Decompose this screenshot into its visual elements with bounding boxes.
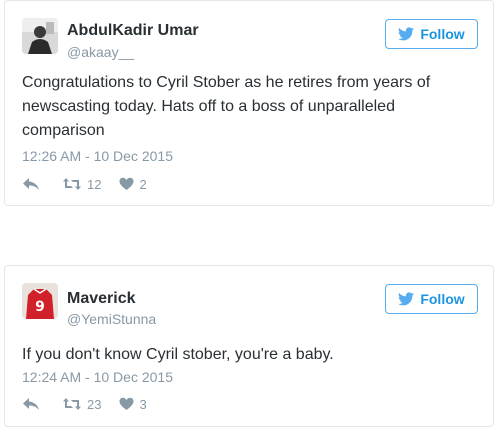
reply-icon[interactable] — [22, 177, 40, 191]
user-handle[interactable]: @YemiStunna — [67, 311, 156, 327]
retweet-icon — [63, 398, 81, 410]
retweet-action[interactable]: 12 — [62, 177, 101, 192]
avatar[interactable] — [22, 18, 58, 54]
tweet-card: 9 Maverick @YemiStunna Follow If you don… — [4, 265, 494, 427]
heart-icon — [119, 397, 134, 410]
retweet-count: 12 — [87, 176, 102, 192]
follow-label: Follow — [420, 26, 465, 42]
like-count: 3 — [139, 396, 147, 412]
display-name[interactable]: AbdulKadir Umar — [67, 22, 199, 40]
tweet-actions: 23 3 — [22, 394, 147, 414]
tweet-text: If you don't know Cyril stober, you're a… — [22, 346, 334, 363]
like-action[interactable]: 2 — [119, 176, 147, 192]
display-name[interactable]: Maverick — [67, 290, 136, 308]
twitter-bird-icon — [398, 292, 415, 306]
follow-label: Follow — [420, 291, 465, 307]
svg-text:9: 9 — [35, 299, 45, 315]
reply-icon[interactable] — [22, 397, 40, 411]
like-action[interactable]: 3 — [119, 396, 147, 412]
timestamp[interactable]: 12:26 AM - 10 Dec 2015 — [22, 148, 173, 164]
follow-button[interactable]: Follow — [385, 19, 478, 49]
timestamp[interactable]: 12:24 AM - 10 Dec 2015 — [22, 369, 173, 385]
heart-icon — [119, 177, 134, 190]
follow-button[interactable]: Follow — [385, 284, 478, 314]
avatar[interactable]: 9 — [22, 283, 58, 319]
user-handle[interactable]: @akaay__ — [67, 44, 134, 60]
retweet-icon — [63, 178, 81, 190]
twitter-bird-icon — [398, 27, 415, 41]
tweet-actions: 12 2 — [22, 174, 147, 194]
retweet-count: 23 — [87, 396, 102, 412]
retweet-action[interactable]: 23 — [62, 397, 101, 412]
tweet-text: Congratulations to Cyril Stober as he re… — [22, 74, 431, 139]
tweet-card: AbdulKadir Umar @akaay__ Follow Congratu… — [4, 0, 494, 206]
like-count: 2 — [139, 176, 147, 192]
